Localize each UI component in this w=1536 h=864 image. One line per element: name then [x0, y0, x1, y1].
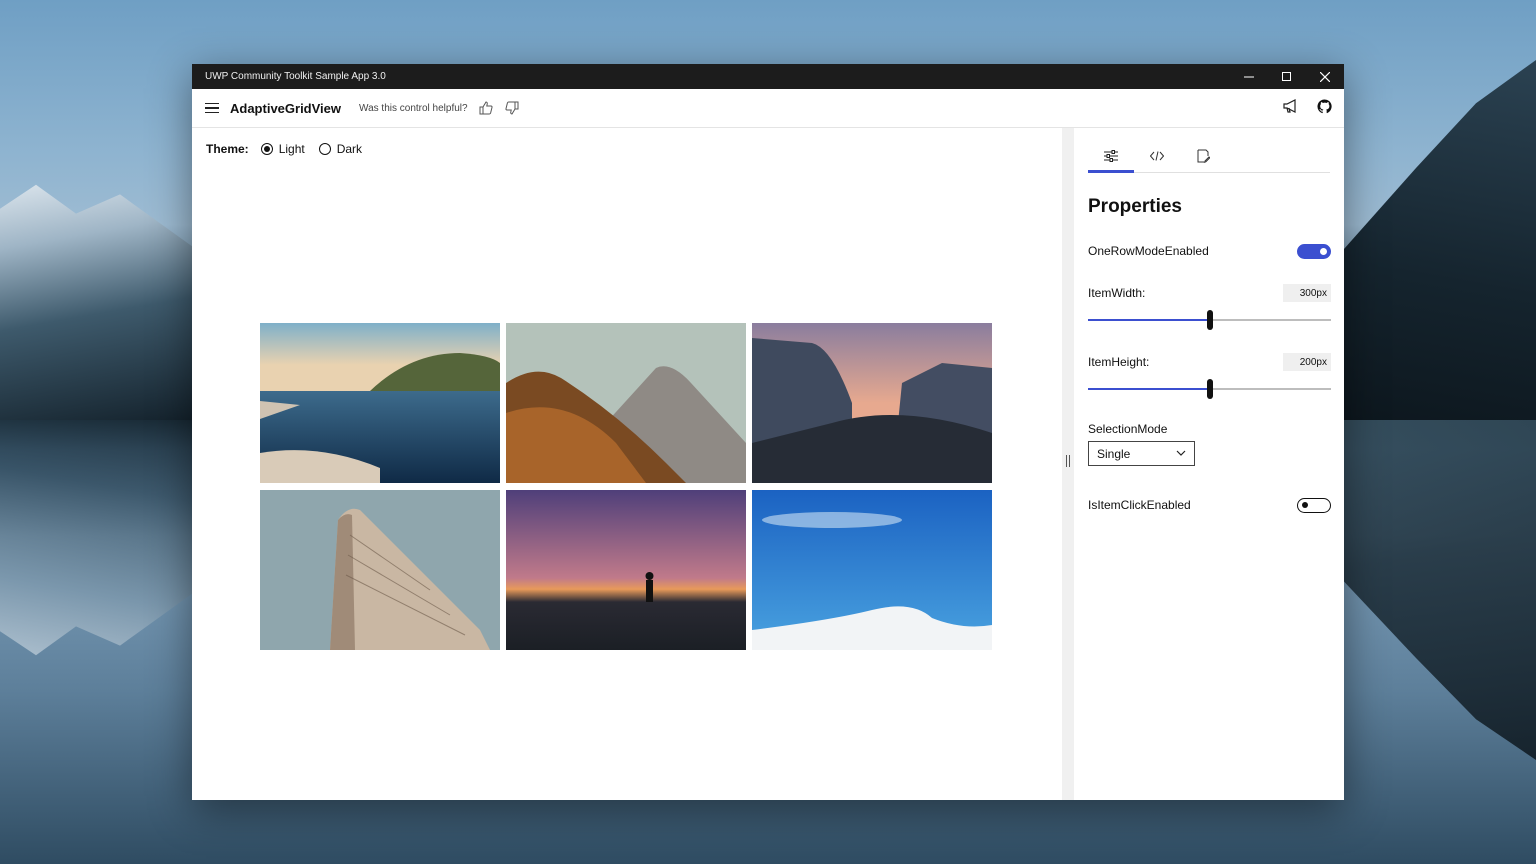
selection-mode-label: SelectionMode	[1088, 422, 1168, 436]
hamburger-menu-icon[interactable]	[205, 102, 219, 114]
sample-content: Theme: Light Dark	[192, 128, 1062, 800]
grid-item-snow-dune[interactable]	[752, 490, 992, 650]
one-row-mode-toggle[interactable]	[1297, 244, 1331, 259]
slider-thumb[interactable]	[1206, 379, 1213, 399]
selection-mode-dropdown[interactable]: Single	[1088, 441, 1195, 466]
document-edit-icon	[1197, 149, 1210, 163]
item-height-slider[interactable]	[1088, 379, 1331, 399]
selection-mode-value: Single	[1097, 446, 1131, 461]
radio-unchecked-icon	[318, 143, 331, 155]
theme-selector: Theme: Light Dark	[206, 142, 376, 156]
theme-light-radio[interactable]: Light	[260, 142, 305, 156]
item-height-value[interactable]: 200px	[1283, 353, 1331, 371]
item-height-label: ItemHeight:	[1088, 355, 1150, 369]
window-title: UWP Community Toolkit Sample App 3.0	[205, 71, 386, 82]
github-icon[interactable]	[1317, 99, 1332, 119]
tab-documentation[interactable]	[1180, 140, 1226, 172]
grid-item-mountain-autumn[interactable]	[506, 323, 746, 483]
item-width-label: ItemWidth:	[1088, 286, 1146, 300]
one-row-mode-row: OneRowModeEnabled	[1088, 244, 1331, 264]
page-title: AdaptiveGridView	[230, 100, 342, 116]
app-window: UWP Community Toolkit Sample App 3.0 Ada…	[192, 64, 1344, 800]
splitter-grip-icon[interactable]	[1066, 455, 1070, 467]
tab-properties[interactable]	[1088, 140, 1134, 173]
item-click-label: IsItemClickEnabled	[1088, 498, 1191, 512]
thumbs-down-icon[interactable]	[504, 100, 520, 116]
feedback-megaphone-icon[interactable]	[1283, 99, 1299, 119]
item-width-slider[interactable]	[1088, 310, 1331, 330]
desktop-reflection-left	[0, 420, 200, 656]
radio-checked-icon	[260, 143, 273, 155]
grid-item-flatiron-building[interactable]	[260, 490, 500, 650]
selection-mode-row: SelectionMode Single	[1088, 422, 1331, 470]
maximize-icon	[1282, 71, 1291, 81]
desktop-mountain-right	[1336, 60, 1536, 420]
close-button[interactable]	[1306, 64, 1344, 89]
item-click-toggle[interactable]	[1297, 498, 1331, 513]
grid-item-lake-hills[interactable]	[260, 323, 500, 483]
properties-title: Properties	[1088, 196, 1182, 217]
title-bar[interactable]: UWP Community Toolkit Sample App 3.0	[192, 64, 1344, 89]
theme-label: Theme:	[206, 142, 249, 156]
pane-splitter[interactable]	[1062, 128, 1074, 800]
item-height-row: ItemHeight: 200px	[1088, 353, 1331, 403]
item-click-row: IsItemClickEnabled	[1088, 498, 1331, 518]
grid-item-valley-dusk[interactable]	[752, 323, 992, 483]
theme-dark-label: Dark	[336, 142, 363, 156]
sliders-icon	[1104, 150, 1118, 162]
chevron-down-icon	[1176, 450, 1186, 456]
item-width-row: ItemWidth: 300px	[1088, 284, 1331, 334]
header-actions	[1283, 99, 1332, 119]
minimize-icon	[1244, 76, 1254, 77]
grid-item-beach-silhouette[interactable]	[506, 490, 746, 650]
app-header: AdaptiveGridView Was this control helpfu…	[192, 89, 1344, 128]
theme-light-label: Light	[278, 142, 305, 156]
helpful-prompt: Was this control helpful?	[359, 102, 468, 114]
maximize-button[interactable]	[1268, 64, 1306, 89]
window-controls	[1230, 64, 1344, 89]
properties-panel: Properties OneRowModeEnabled ItemWidth: …	[1074, 128, 1344, 800]
one-row-mode-label: OneRowModeEnabled	[1088, 244, 1209, 258]
desktop-mountain-left	[0, 184, 200, 420]
adaptive-grid-view	[260, 323, 994, 650]
code-icon	[1150, 151, 1164, 161]
item-width-value[interactable]: 300px	[1283, 284, 1331, 302]
thumbs-up-icon[interactable]	[478, 100, 494, 116]
tab-code[interactable]	[1134, 140, 1180, 172]
slider-fill	[1088, 319, 1210, 321]
theme-dark-radio[interactable]: Dark	[318, 142, 363, 156]
close-icon	[1320, 71, 1330, 82]
slider-thumb[interactable]	[1206, 310, 1213, 330]
minimize-button[interactable]	[1230, 64, 1268, 89]
desktop-reflection-right	[1336, 420, 1536, 760]
slider-fill	[1088, 388, 1210, 390]
panel-tabs	[1088, 140, 1330, 173]
